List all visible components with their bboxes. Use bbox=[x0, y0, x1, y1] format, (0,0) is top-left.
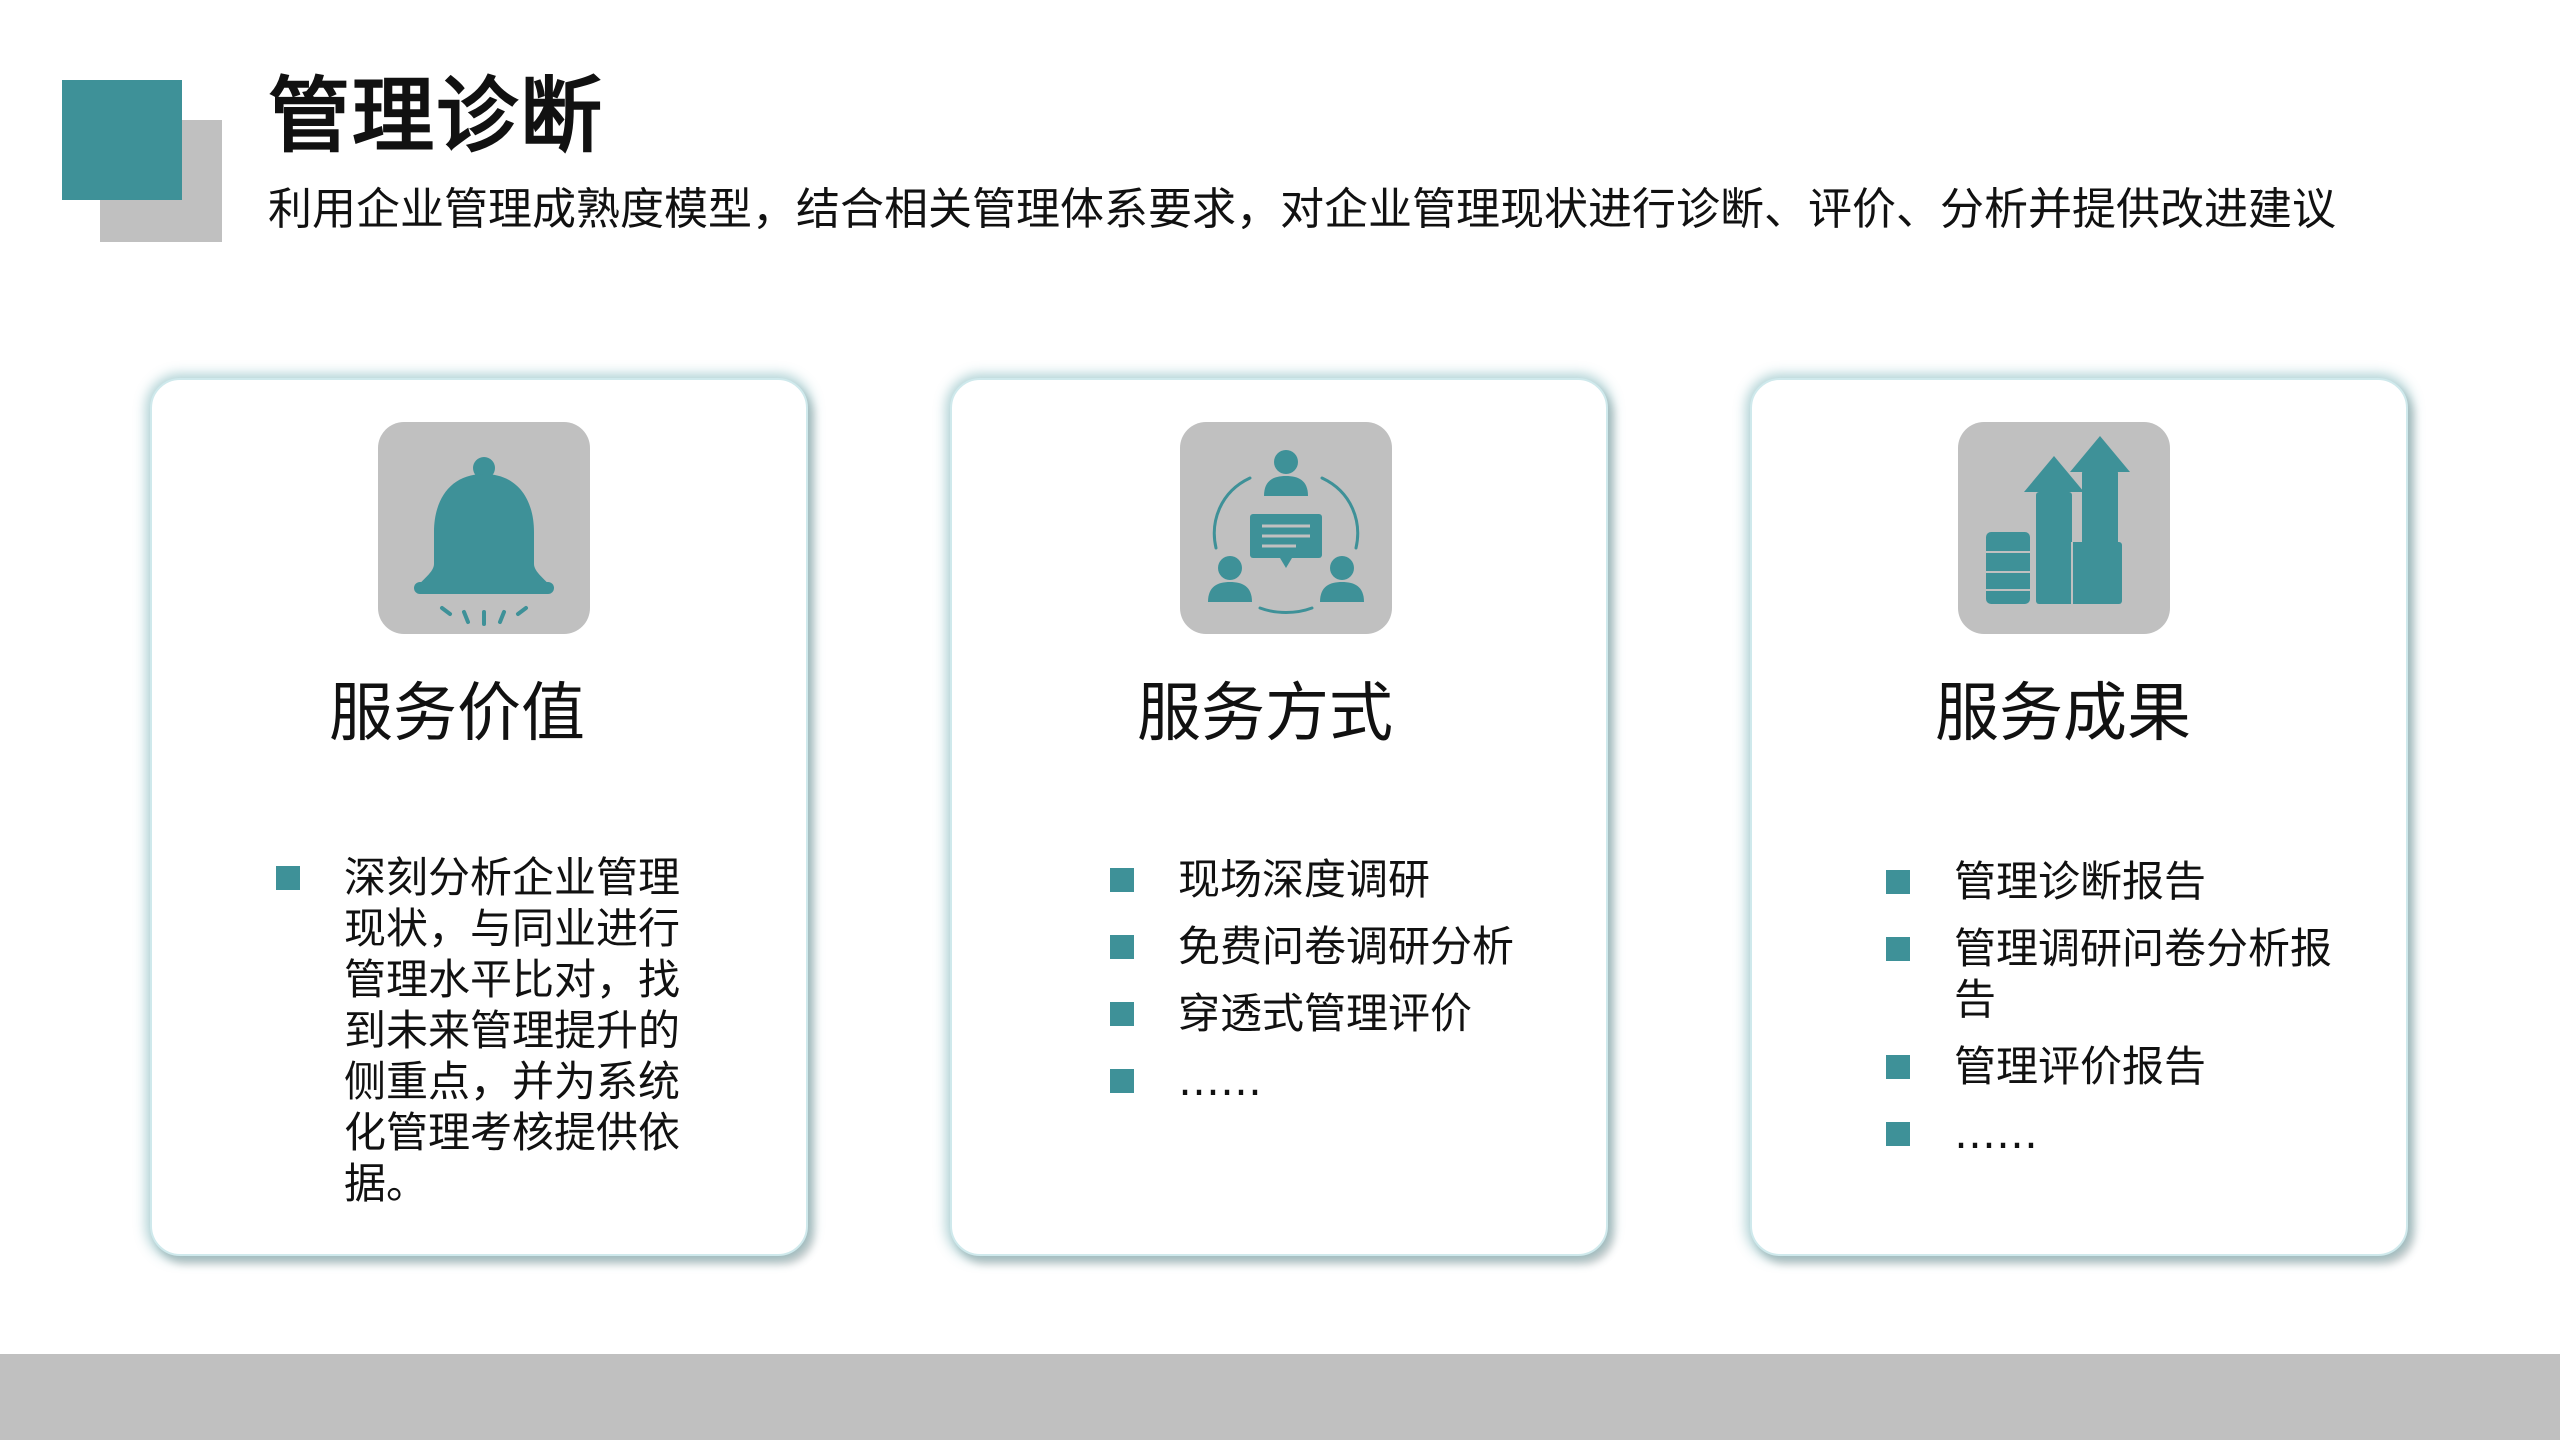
card-service-method: 服务方式 现场深度调研 免费问卷调研分析 穿透式管理评价 …… bbox=[950, 378, 1608, 1256]
bullet-square bbox=[1110, 1069, 1134, 1093]
accent-block-teal bbox=[62, 80, 182, 200]
footer-band bbox=[0, 1354, 2560, 1440]
bullet-square bbox=[1110, 868, 1134, 892]
card-title: 服务成果 bbox=[1935, 677, 2191, 751]
bullet-square bbox=[1886, 937, 1910, 961]
card-service-value: 服务价值 深刻分析企业管理现状，与同业进行管理水平比对，找到未来管理提升的侧重点… bbox=[150, 378, 808, 1256]
bullet-list: 深刻分析企业管理现状，与同业进行管理水平比对，找到未来管理提升的侧重点，并为系统… bbox=[276, 852, 706, 1209]
list-item-text: …… bbox=[1178, 1056, 1262, 1105]
bullet-list: 现场深度调研 免费问卷调研分析 穿透式管理评价 …… bbox=[1110, 854, 1590, 1122]
list-item: 管理诊断报告 bbox=[1886, 856, 2366, 907]
card-service-result: 服务成果 管理诊断报告 管理调研问卷分析报告 管理评价报告 …… bbox=[1750, 378, 2408, 1256]
bullet-list: 管理诊断报告 管理调研问卷分析报告 管理评价报告 …… bbox=[1886, 856, 2366, 1175]
list-item-text: 管理诊断报告 bbox=[1954, 857, 2207, 906]
list-item: 现场深度调研 bbox=[1110, 854, 1590, 905]
list-item-text: 管理调研问卷分析报告 bbox=[1954, 924, 2333, 1024]
bullet-square bbox=[276, 866, 300, 890]
list-item-text: 管理评价报告 bbox=[1954, 1042, 2207, 1091]
card-title: 服务价值 bbox=[329, 677, 585, 751]
list-item-text: 深刻分析企业管理现状，与同业进行管理水平比对，找到未来管理提升的侧重点，并为系统… bbox=[344, 853, 681, 1208]
card-title: 服务方式 bbox=[1137, 677, 1393, 751]
list-item-text: 免费问卷调研分析 bbox=[1178, 922, 1515, 971]
list-item-text: 穿透式管理评价 bbox=[1178, 989, 1473, 1038]
list-item: 免费问卷调研分析 bbox=[1110, 921, 1590, 972]
list-item: …… bbox=[1110, 1055, 1590, 1106]
list-item: 管理调研问卷分析报告 bbox=[1886, 923, 2366, 1025]
team-discussion-icon bbox=[1180, 422, 1392, 634]
bullet-square bbox=[1110, 935, 1134, 959]
bullet-square bbox=[1886, 1122, 1910, 1146]
list-item: 管理评价报告 bbox=[1886, 1041, 2366, 1092]
list-item: 深刻分析企业管理现状，与同业进行管理水平比对，找到未来管理提升的侧重点，并为系统… bbox=[276, 852, 706, 1209]
bullet-square bbox=[1886, 1055, 1910, 1079]
list-item-text: …… bbox=[1954, 1109, 2038, 1158]
list-item-text: 现场深度调研 bbox=[1178, 855, 1431, 904]
list-item: 穿透式管理评价 bbox=[1110, 988, 1590, 1039]
page-subtitle: 利用企业管理成熟度模型，结合相关管理体系要求，对企业管理现状进行诊断、评价、分析… bbox=[268, 184, 2336, 235]
bullet-square bbox=[1110, 1002, 1134, 1026]
bell-icon bbox=[378, 422, 590, 634]
list-item: …… bbox=[1886, 1108, 2366, 1159]
bullet-square bbox=[1886, 870, 1910, 894]
growth-chart-icon bbox=[1958, 422, 2170, 634]
page-title: 管理诊断 bbox=[268, 69, 605, 164]
